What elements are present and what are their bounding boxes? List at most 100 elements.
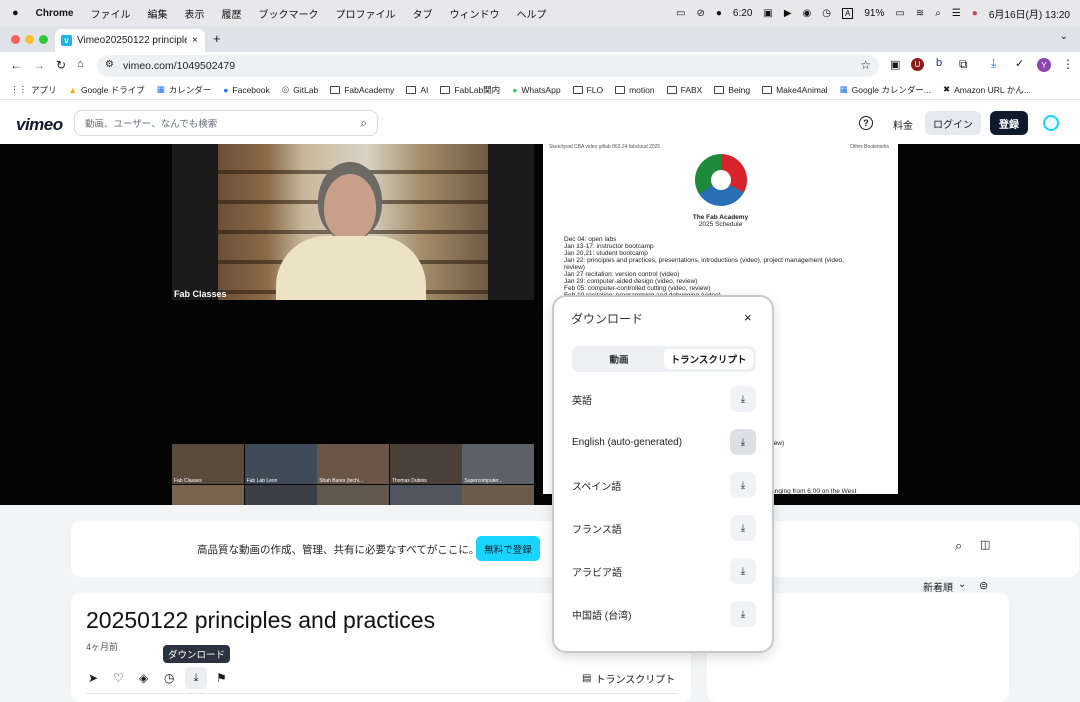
watch-later-icon[interactable]: ◷ <box>164 671 174 685</box>
language-row[interactable]: フランス語 ⤓ <box>572 515 756 541</box>
menu-item-history[interactable]: 履歴 <box>221 6 241 21</box>
menu-item-edit[interactable]: 編集 <box>147 6 167 21</box>
bookmark-google-calendar[interactable]: ▦ Google カレンダー... <box>840 84 931 96</box>
sort-dropdown[interactable]: 新着順 ⌄ <box>923 579 966 594</box>
download-icon[interactable]: ⤓ <box>730 558 756 584</box>
clock-icon[interactable]: ◷ <box>822 8 831 19</box>
profile-avatar[interactable]: Y <box>1037 58 1051 72</box>
back-icon[interactable]: ← <box>10 58 22 72</box>
zoom-window-button[interactable] <box>39 35 48 44</box>
battery-icon[interactable]: ▭ <box>895 8 904 19</box>
display-icon[interactable]: ▣ <box>763 8 772 19</box>
search-input[interactable]: 動画、ユーザー、なんでも検索 ⌕ <box>74 110 378 136</box>
menu-item-view[interactable]: 表示 <box>184 6 204 21</box>
filter-icon[interactable]: ⊜ <box>979 579 988 592</box>
extension-icon[interactable]: ▣ <box>890 58 900 71</box>
language-row[interactable]: アラビア語 ⤓ <box>572 558 756 584</box>
download-icon[interactable]: ⤓ <box>730 472 756 498</box>
tab-search-chevron-icon[interactable]: ⌄ <box>1060 31 1068 42</box>
bookmark-calendar[interactable]: ▦ カレンダー <box>157 84 212 96</box>
siri-icon[interactable]: ● <box>972 8 978 19</box>
menu-item-tab[interactable]: タブ <box>412 6 432 21</box>
apple-icon[interactable]: ● <box>12 7 19 19</box>
new-tab-button[interactable]: + <box>213 31 221 46</box>
download-icon[interactable]: ⤓ <box>991 56 996 71</box>
bookmark-ai[interactable]: AI <box>406 85 428 95</box>
bookmark-fablab-kannai[interactable]: FabLab関内 <box>440 84 500 96</box>
bookmark-amazon-url[interactable]: ✖ Amazon URL かん... <box>943 84 1031 96</box>
input-source-icon[interactable]: A <box>842 7 854 19</box>
bookmark-gitlab[interactable]: ◎ GitLab <box>282 84 318 95</box>
promo-signup-button[interactable]: 無料で登録 <box>476 536 540 561</box>
transcript-button[interactable]: ▤ トランスクリプト <box>582 671 675 686</box>
extension-b-icon[interactable]: b <box>936 57 942 69</box>
download-icon[interactable]: ⤓ <box>730 429 756 455</box>
like-icon[interactable]: ♡ <box>113 671 124 685</box>
pricing-link[interactable]: 料金 <box>893 117 913 132</box>
video-player[interactable]: Fab Classes Fab Classes Fab Lab Leon Shah … <box>0 144 1080 648</box>
home-icon[interactable]: ⌂ <box>77 58 84 70</box>
address-bar[interactable]: ⚙ vimeo.com/1049502479 ☆ <box>97 55 879 77</box>
bookmark-flo[interactable]: FLO <box>572 85 603 95</box>
menu-item-profile[interactable]: プロファイル <box>335 6 395 21</box>
menu-item-help[interactable]: ヘルプ <box>516 6 546 21</box>
download-icon[interactable]: ⤓ <box>730 386 756 412</box>
minimize-window-button[interactable] <box>25 35 34 44</box>
language-row[interactable]: 中国語 (台湾) ⤓ <box>572 601 756 627</box>
bookmark-facebook[interactable]: ● Facebook <box>223 85 269 95</box>
login-button[interactable]: ログイン <box>925 111 981 135</box>
avatar[interactable] <box>1043 115 1059 131</box>
bookmark-whatsapp[interactable]: ● WhatsApp <box>512 85 560 95</box>
tab-transcript[interactable]: トランスクリプト <box>664 349 753 369</box>
close-window-button[interactable] <box>11 35 20 44</box>
download-button[interactable]: ⤓ <box>185 667 207 689</box>
bookmark-apps[interactable]: ⋮⋮ アプリ <box>10 84 57 96</box>
wifi-icon[interactable]: ≋ <box>916 8 924 19</box>
language-row[interactable]: 英語 ⤓ <box>572 386 756 412</box>
search-icon[interactable]: ⌕ <box>935 8 941 19</box>
menu-kebab-icon[interactable]: ⋮ <box>1062 57 1074 71</box>
close-icon[interactable]: × <box>744 310 752 325</box>
bookmark-motion[interactable]: motion <box>615 85 655 95</box>
timer-counter[interactable]: 6:20 <box>733 8 752 19</box>
extension-bookmark-icon[interactable]: ✓ <box>1015 57 1024 70</box>
bookmark-being[interactable]: Being <box>714 85 750 95</box>
bookmark-star-icon[interactable]: ☆ <box>860 58 871 72</box>
extensions-puzzle-icon[interactable]: ⧉ <box>959 57 968 72</box>
download-icon[interactable]: ⤓ <box>730 515 756 541</box>
site-info-icon[interactable]: ⚙ <box>105 59 114 70</box>
record-icon[interactable]: ◉ <box>803 8 812 19</box>
signup-button[interactable]: 登録 <box>990 111 1028 135</box>
forward-icon[interactable]: → <box>33 58 45 72</box>
layout-toggle-icon[interactable]: ◫ <box>980 538 990 551</box>
tab-video[interactable]: 動画 <box>575 349 663 369</box>
language-row[interactable]: スペイン語 ⤓ <box>572 472 756 498</box>
screen-icon[interactable]: ▭ <box>676 8 685 19</box>
collections-icon[interactable]: ◈ <box>139 671 148 685</box>
close-tab-icon[interactable]: × <box>192 35 198 46</box>
report-flag-icon[interactable]: ⚑ <box>216 671 227 685</box>
battery-percent[interactable]: 91% <box>864 8 884 19</box>
menu-item-file[interactable]: ファイル <box>90 6 130 21</box>
share-icon[interactable]: ➤ <box>88 671 98 685</box>
play-icon[interactable]: ▶ <box>784 8 792 19</box>
reload-icon[interactable]: ↻ <box>56 58 66 72</box>
menu-item-window[interactable]: ウィンドウ <box>449 6 499 21</box>
browser-tab-vimeo[interactable]: v Vimeo20250122 principles an × <box>55 29 205 52</box>
bookmark-fabx[interactable]: FABX <box>666 85 702 95</box>
menu-item-bookmarks[interactable]: ブックマーク <box>258 6 318 21</box>
download-icon[interactable]: ⤓ <box>730 601 756 627</box>
menu-app-name[interactable]: Chrome <box>36 8 74 19</box>
help-icon[interactable]: ? <box>859 116 873 130</box>
status-dot-icon[interactable]: ● <box>716 8 722 19</box>
search-icon[interactable]: ⌕ <box>360 116 367 131</box>
bookmark-make4animal[interactable]: Make4Animal <box>762 85 828 95</box>
bookmark-fabacademy[interactable]: FabAcademy <box>330 85 394 95</box>
language-row[interactable]: English (auto-generated) ⤓ <box>572 429 756 455</box>
search-icon[interactable]: ⌕ <box>955 538 962 554</box>
control-center-icon[interactable]: ☰ <box>952 8 961 19</box>
extension-u-icon[interactable]: U <box>911 58 924 71</box>
clip-icon[interactable]: ⊘ <box>696 8 704 19</box>
url-text[interactable]: vimeo.com/1049502479 <box>123 60 235 72</box>
bookmark-google-drive[interactable]: ▲ Google ドライブ <box>69 84 145 96</box>
